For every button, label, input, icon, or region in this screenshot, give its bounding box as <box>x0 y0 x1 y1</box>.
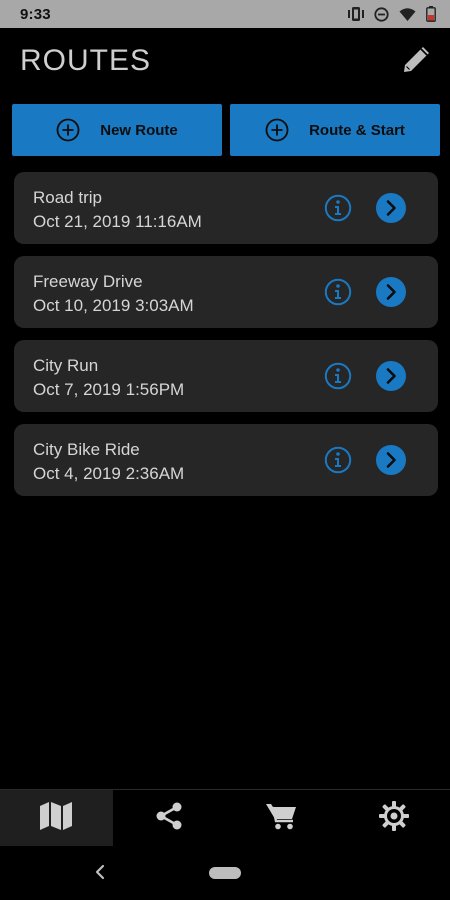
route-date: Oct 7, 2019 1:56PM <box>33 380 185 399</box>
info-icon[interactable] <box>324 446 352 474</box>
route-list: Road trip Oct 21, 2019 11:16AM Freeway D… <box>14 172 438 508</box>
route-name: City Run <box>33 356 99 375</box>
bottom-nav <box>0 789 450 846</box>
route-card[interactable]: City Bike Ride Oct 4, 2019 2:36AM <box>14 424 438 496</box>
route-and-start-button[interactable]: Route & Start <box>230 104 440 156</box>
tab-map[interactable] <box>0 790 113 846</box>
pencil-icon <box>399 43 433 82</box>
chevron-right-icon[interactable] <box>376 277 406 307</box>
action-buttons: New Route Route & Start <box>12 104 440 156</box>
info-icon[interactable] <box>324 362 352 390</box>
chevron-right-icon[interactable] <box>376 445 406 475</box>
route-card[interactable]: Freeway Drive Oct 10, 2019 3:03AM <box>14 256 438 328</box>
share-icon <box>154 801 184 836</box>
info-icon[interactable] <box>324 278 352 306</box>
page-title: ROUTES <box>20 44 152 77</box>
back-button[interactable] <box>92 862 108 882</box>
route-card[interactable]: City Run Oct 7, 2019 1:56PM <box>14 340 438 412</box>
home-button[interactable] <box>209 866 241 884</box>
cart-icon <box>265 801 297 836</box>
settings-gear-icon <box>378 800 410 837</box>
tab-settings[interactable] <box>338 790 450 846</box>
status-icons <box>348 6 436 22</box>
route-name: Road trip <box>33 188 102 207</box>
vibrate-icon <box>348 7 364 21</box>
route-name: Freeway Drive <box>33 272 143 291</box>
map-icon <box>39 801 73 836</box>
route-card[interactable]: Road trip Oct 21, 2019 11:16AM <box>14 172 438 244</box>
edit-button[interactable] <box>396 42 436 82</box>
plus-circle-icon <box>56 118 80 142</box>
battery-icon <box>426 6 436 22</box>
tab-share[interactable] <box>113 790 226 846</box>
route-name: City Bike Ride <box>33 440 140 459</box>
route-date: Oct 10, 2019 3:03AM <box>33 296 194 315</box>
wifi-icon <box>399 7 416 21</box>
plus-circle-icon <box>265 118 289 142</box>
chevron-right-icon[interactable] <box>376 193 406 223</box>
do-not-disturb-icon <box>374 6 389 22</box>
status-bar: 9:33 <box>0 0 450 28</box>
app-header: ROUTES <box>0 28 450 100</box>
new-route-label: New Route <box>100 121 178 139</box>
back-chevron-icon <box>92 864 108 886</box>
new-route-button[interactable]: New Route <box>12 104 222 156</box>
route-date: Oct 21, 2019 11:16AM <box>33 212 202 231</box>
tab-cart[interactable] <box>225 790 338 846</box>
route-and-start-label: Route & Start <box>309 121 405 139</box>
chevron-right-icon[interactable] <box>376 361 406 391</box>
status-time: 9:33 <box>20 5 51 23</box>
info-icon[interactable] <box>324 194 352 222</box>
route-date: Oct 4, 2019 2:36AM <box>33 464 185 483</box>
